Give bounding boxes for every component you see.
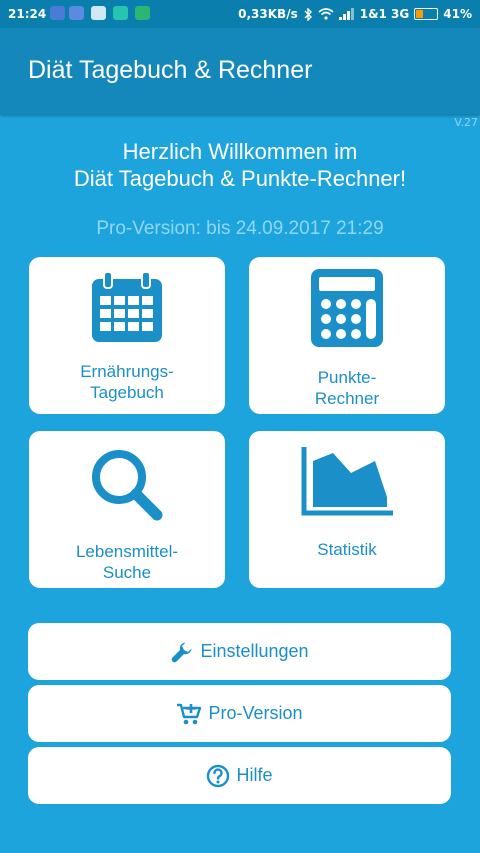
signal-icon <box>338 8 354 20</box>
version-label: V.27 <box>454 116 478 129</box>
calculator-icon <box>311 269 383 347</box>
bluetooth-icon <box>304 7 312 21</box>
calculator-tile-label: Punkte- Rechner <box>314 368 380 408</box>
settings-button[interactable]: Einstellungen <box>28 623 451 680</box>
food-search-tile-label: Lebensmittel- Suche <box>75 542 179 582</box>
status-time: 21:24 <box>8 7 47 21</box>
status-bar: 21:24 0,33KB/s 1&1 3G 41% <box>0 0 480 28</box>
pro-version-button[interactable]: Pro-Version <box>28 685 451 742</box>
area-chart-icon <box>301 447 393 516</box>
help-button[interactable]: Hilfe <box>28 747 451 804</box>
message-notification-icon <box>69 6 84 20</box>
help-button-label: Hilfe <box>236 765 273 785</box>
app-notification-icon <box>91 6 106 20</box>
search-icon <box>92 450 163 521</box>
battery-icon <box>414 8 439 20</box>
settings-button-label: Einstellungen <box>200 641 309 661</box>
statistics-tile[interactable]: Statistik <box>249 431 445 588</box>
question-circle-icon <box>207 764 230 787</box>
app-bar: Diät Tagebuch & Rechner <box>0 28 480 114</box>
welcome-line-1: Herzlich Willkommen im <box>122 139 358 164</box>
app-notification-icon <box>113 6 128 20</box>
statistics-tile-label: Statistik <box>317 540 377 559</box>
welcome-line-2: Diät Tagebuch & Punkte-Rechner! <box>73 166 407 191</box>
food-search-tile[interactable]: Lebensmittel- Suche <box>29 431 225 588</box>
battery-percent: 41% <box>443 7 472 21</box>
network-speed: 0,33KB/s <box>238 7 298 21</box>
cart-plus-icon <box>177 703 202 724</box>
welcome-text: Herzlich Willkommen im Diät Tagebuch & P… <box>0 138 480 192</box>
wrench-icon <box>172 642 192 662</box>
app-title: Diät Tagebuch & Rechner <box>28 56 313 84</box>
app-notification-icon <box>135 6 150 20</box>
pro-version-button-label: Pro-Version <box>208 703 303 723</box>
diary-tile[interactable]: Ernährungs- Tagebuch <box>29 257 225 414</box>
calendar-icon <box>92 271 162 342</box>
calculator-tile[interactable]: Punkte- Rechner <box>249 257 445 414</box>
message-notification-icon <box>50 6 65 20</box>
battery-level <box>416 10 424 18</box>
carrier-label: 1&1 3G <box>359 7 410 21</box>
status-right: 0,33KB/s 1&1 3G 41% <box>238 7 472 21</box>
wifi-icon <box>318 8 334 20</box>
diary-tile-label: Ernährungs- Tagebuch <box>80 362 174 402</box>
pro-version-status: Pro-Version: bis 24.09.2017 21:29 <box>96 218 384 239</box>
